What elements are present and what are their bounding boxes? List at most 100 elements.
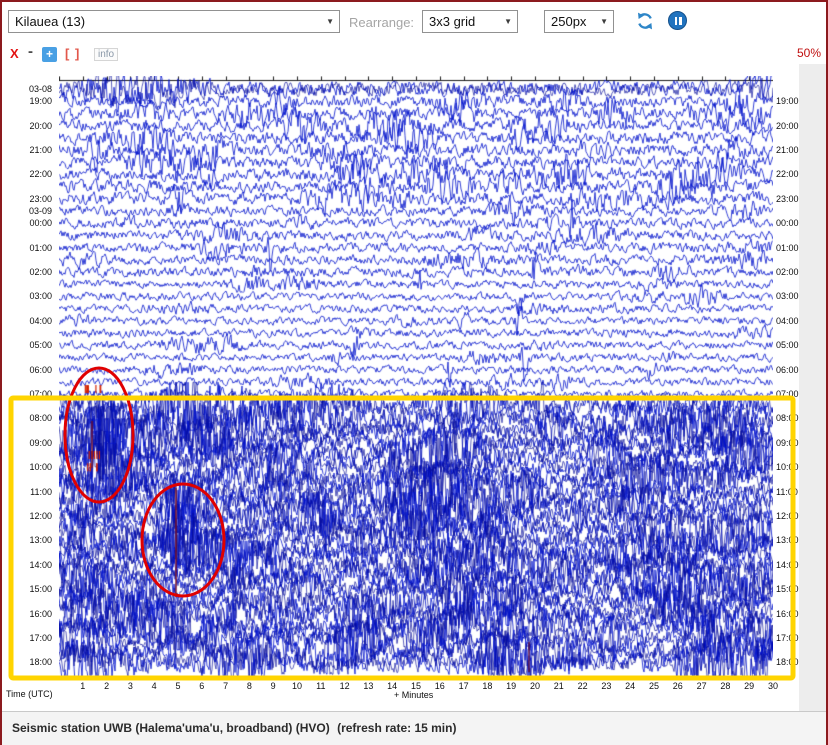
time-label-left: 18:00 (29, 657, 52, 668)
time-label-left: 05:00 (29, 340, 52, 351)
time-label-left: 06:00 (29, 364, 52, 375)
time-label-right: 17:00 (776, 633, 799, 643)
time-label-right: 22:00 (776, 169, 799, 180)
station-select[interactable]: Kilauea (13) ▼ (8, 10, 340, 33)
time-label-right: 00:00 (776, 218, 799, 229)
time-label-right: 15:00 (776, 584, 799, 595)
status-bar: Seismic station UWB (Halema'uma'u, broad… (2, 711, 826, 745)
time-label-left: 03-08 (28, 84, 52, 94)
x-tick-label: 29 (744, 681, 755, 691)
right-time-labels: 19:00 20:00 21:00 22:00 23:00 00:00 01:00 02:00… (776, 2, 816, 702)
chevron-down-icon: ▼ (326, 17, 334, 26)
time-label-right: 16:00 (776, 608, 799, 619)
row-size-select[interactable]: 250px ▼ (544, 10, 614, 33)
time-label-left: 02:00 (29, 267, 52, 277)
x-tick-label: 6 (199, 681, 205, 691)
time-label-right: 21:00 (776, 145, 799, 155)
grid-layout-select[interactable]: 3x3 grid ▼ (422, 10, 518, 33)
time-label-right: 08:00 (776, 413, 799, 424)
time-label-left: 12:00 (29, 511, 52, 521)
time-label-left: 07:00 (29, 389, 52, 399)
row-size-select-value: 250px (551, 14, 587, 29)
x-tick-label: 12 (339, 681, 350, 691)
refresh-rate-info: (refresh rate: 15 min) (337, 721, 457, 735)
time-label-left: 20:00 (29, 120, 52, 131)
x-tick-label: 20 (529, 681, 540, 691)
time-label-left: 00:00 (29, 218, 52, 229)
x-tick-label: 9 (270, 681, 276, 691)
x-tick-label: 3 (127, 681, 133, 691)
volcano-monitor-window: Kilauea (13) ▼ Rearrange: 3x3 grid ▼ 250… (0, 0, 828, 745)
x-tick-label: 5 (175, 681, 181, 691)
refresh-arrows-icon (638, 12, 652, 30)
x-tick-label: 2 (104, 681, 110, 691)
x-tick-label: 23 (601, 681, 612, 691)
time-label-left: 01:00 (29, 242, 52, 253)
x-tick-label: 26 (672, 681, 683, 691)
time-label-right: 01:00 (776, 242, 799, 253)
time-label-left: 16:00 (29, 608, 52, 619)
info-button[interactable]: info (94, 48, 119, 61)
time-label-right: 14:00 (776, 559, 799, 570)
time-label-left: 23:00 (29, 193, 52, 204)
time-label-left: 10:00 (29, 462, 52, 473)
x-tick-label: 1 (80, 681, 86, 691)
x-tick-label: 13 (363, 681, 374, 691)
x-tick-label: 4 (151, 681, 157, 691)
x-tick-label: 21 (553, 681, 564, 691)
time-label-right: 05:00 (776, 340, 799, 351)
time-label-left: 03:00 (29, 291, 52, 302)
time-label-left: 11:00 (30, 486, 52, 497)
refresh-button[interactable] (635, 11, 655, 31)
time-label-right: 19:00 (776, 96, 799, 107)
time-label-left: 19:00 (29, 96, 52, 107)
x-tick-label: 30 (767, 681, 778, 691)
time-label-right: 13:00 (776, 535, 799, 546)
time-label-right: 03:00 (776, 291, 799, 302)
x-tick-label: 11 (316, 681, 326, 691)
time-label-right: 11:00 (776, 486, 798, 497)
chevron-down-icon: ▼ (504, 17, 512, 26)
time-label-left: 13:00 (29, 535, 52, 546)
x-tick-label: 10 (291, 681, 302, 691)
time-label-right: 07:00 (776, 389, 799, 399)
time-label-left: 22:00 (29, 169, 52, 180)
time-label-right: 06:00 (776, 364, 799, 375)
x-tick-label: 17 (458, 681, 469, 691)
left-time-labels: 03-08 19:00 20:00 21:00 22:00 23:00 03-09 00:00… (2, 2, 55, 702)
pause-button[interactable] (668, 11, 688, 31)
time-label-left: 17:00 (29, 633, 52, 643)
time-label-right: 04:00 (776, 315, 799, 326)
time-label-right: 12:00 (776, 511, 799, 521)
rearrange-label: Rearrange: (349, 15, 415, 30)
station-info: Seismic station UWB (Halema'uma'u, broad… (12, 721, 330, 735)
x-tick-label: 28 (720, 681, 731, 691)
x-tick-label: 8 (246, 681, 252, 691)
grid-layout-select-value: 3x3 grid (429, 14, 476, 29)
pause-circle-icon (668, 11, 687, 30)
x-tick-label: 25 (648, 681, 659, 691)
time-label-left: 21:00 (29, 145, 52, 155)
helicorder-canvas[interactable] (59, 76, 773, 676)
x-tick-label: 22 (577, 681, 588, 691)
time-label-right: 20:00 (776, 120, 799, 131)
time-label-right: 10:00 (776, 462, 799, 473)
x-tick-label: 27 (696, 681, 707, 691)
time-label-right: 18:00 (776, 657, 799, 668)
time-label-right: 02:00 (776, 267, 799, 277)
time-label-left: 14:00 (29, 559, 52, 570)
time-utc-label: Time (UTC) (6, 689, 53, 699)
time-label-right: 09:00 (776, 437, 799, 448)
chevron-down-icon: ▼ (600, 17, 608, 26)
x-axis-label: + Minutes (394, 690, 434, 700)
time-label-left: 09:00 (29, 437, 52, 448)
time-label-left: 08:00 (29, 413, 52, 424)
x-tick-label: 19 (506, 681, 517, 691)
time-label-left: 04:00 (29, 315, 52, 326)
time-label-left: 15:00 (29, 584, 52, 595)
fullscreen-button[interactable]: [ ] (65, 46, 80, 61)
time-label-right: 23:00 (776, 193, 799, 204)
x-tick-label: 7 (223, 681, 229, 691)
time-label-left: 03-09 (28, 206, 52, 216)
x-tick-label: 18 (482, 681, 493, 691)
